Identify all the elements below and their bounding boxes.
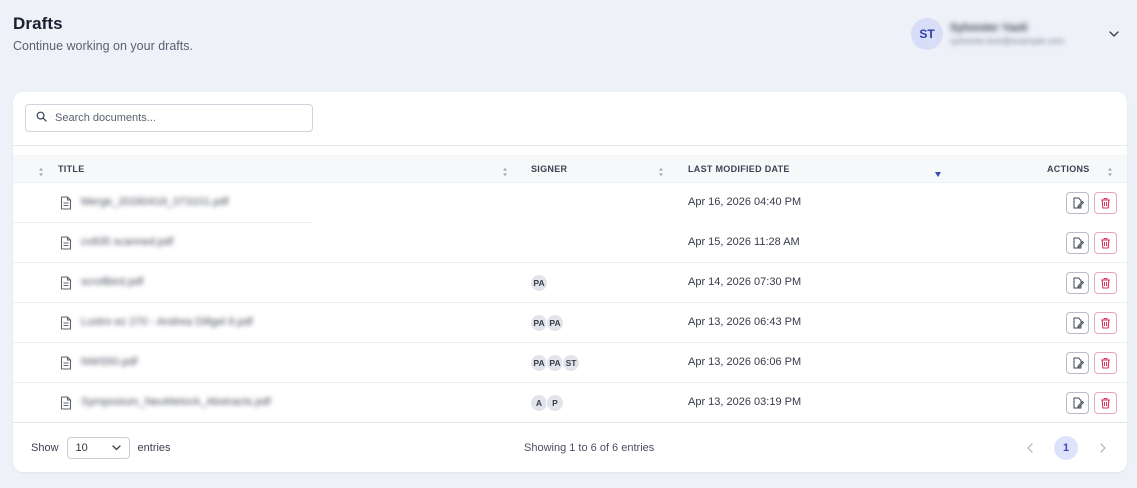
signer-badge: PA [530,274,548,292]
page-length-control: Show 10 entries [31,437,171,459]
delete-button[interactable] [1094,272,1117,294]
delete-button[interactable] [1094,232,1117,254]
last-modified: Apr 16, 2026 04:40 PM [688,196,802,208]
signer-badge: ST [562,354,580,372]
signer-badge: P [546,394,564,412]
table-row[interactable]: Symposium_NeuMetorA_Abstracts.pdf A P Ap… [13,383,1127,423]
search-icon [36,109,47,127]
edit-document-button[interactable] [1066,352,1089,374]
document-title[interactable]: Merge_20260416_073101.pdf [81,196,228,208]
divider [13,145,1127,146]
sort-icon[interactable] [1107,164,1113,176]
column-title[interactable]: TITLE [58,155,85,183]
last-modified: Apr 13, 2026 03:19 PM [688,396,802,408]
next-page-button[interactable] [1095,438,1111,458]
delete-button[interactable] [1094,312,1117,334]
entries-label: entries [137,442,171,454]
search-input[interactable] [55,112,295,124]
edit-document-button[interactable] [1066,312,1089,334]
table-row[interactable]: Lustro ez 270 - Andrea Dillgel 6.pdf PA … [13,303,1127,343]
pagination-info: Showing 1 to 6 of 6 entries [524,442,655,454]
sort-icon[interactable] [658,164,664,176]
chevron-down-icon [111,442,121,454]
sort-icon[interactable] [502,164,508,176]
show-label: Show [31,442,59,454]
document-icon [60,396,72,410]
delete-button[interactable] [1094,192,1117,214]
column-last-modified[interactable]: LAST MODIFIED DATE [688,155,790,183]
signer-list: A P [530,394,564,412]
sort-descending-icon[interactable] [934,165,942,177]
table-row[interactable]: scrollbird.pdf PA Apr 14, 2026 07:30 PM [13,263,1127,303]
chevron-down-icon[interactable] [1108,28,1120,40]
avatar: ST [911,18,943,50]
signer-badge: PA [546,314,564,332]
last-modified: Apr 13, 2026 06:43 PM [688,316,802,328]
signer-list: PA PA [530,314,564,332]
page-subtitle: Continue working on your drafts. [13,39,193,53]
column-actions: ACTIONS [1047,164,1090,174]
document-icon [60,276,72,290]
last-modified: Apr 14, 2026 07:30 PM [688,276,802,288]
document-title[interactable]: cv835 scanned.pdf [81,236,173,248]
last-modified: Apr 15, 2026 11:28 AM [688,236,800,248]
last-modified: Apr 13, 2026 06:06 PM [688,356,802,368]
edit-document-button[interactable] [1066,392,1089,414]
table-row[interactable]: NWS50.pdf PA PA ST Apr 13, 2026 06:06 PM [13,343,1127,383]
previous-page-button[interactable] [1022,438,1038,458]
page-header: Drafts Continue working on your drafts. [13,14,193,53]
signer-list: PA PA ST [530,354,580,372]
column-signer[interactable]: SIGNER [531,155,567,183]
user-menu[interactable]: ST Sylvester Yaoli sylvester.koe@example… [911,18,1126,50]
document-icon [60,356,72,370]
document-title[interactable]: Lustro ez 270 - Andrea Dillgel 6.pdf [81,316,253,328]
delete-button[interactable] [1094,392,1117,414]
drafts-card: TITLE SIGNER LAST MODIFIED DATE ACTIONS … [13,92,1127,472]
edit-document-button[interactable] [1066,232,1089,254]
sort-icon[interactable] [38,164,44,176]
document-icon [60,196,72,210]
page-length-value: 10 [75,442,88,454]
page-button[interactable]: 1 [1054,436,1078,460]
user-name: Sylvester Yaoli [950,22,1028,34]
table-row[interactable]: cv835 scanned.pdf Apr 15, 2026 11:28 AM [13,223,1127,263]
table-header: TITLE SIGNER LAST MODIFIED DATE ACTIONS [13,155,1127,183]
page-length-select[interactable]: 10 [66,437,130,459]
table-row[interactable]: Merge_20260416_073101.pdf Apr 16, 2026 0… [13,183,1127,223]
document-icon [60,236,72,250]
edit-document-button[interactable] [1066,272,1089,294]
user-info: Sylvester Yaoli sylvester.koe@example.co… [950,22,1102,46]
divider [13,422,1127,423]
document-title[interactable]: Symposium_NeuMetorA_Abstracts.pdf [81,396,271,408]
edit-document-button[interactable] [1066,192,1089,214]
page-title: Drafts [13,14,63,33]
document-title[interactable]: scrollbird.pdf [81,276,143,288]
user-email: sylvester.koe@example.com [950,36,1065,46]
delete-button[interactable] [1094,352,1117,374]
signer-list: PA [530,274,548,292]
document-icon [60,316,72,330]
document-title[interactable]: NWS50.pdf [81,356,137,368]
drafts-table: TITLE SIGNER LAST MODIFIED DATE ACTIONS … [13,155,1127,423]
search-box[interactable] [25,104,313,132]
